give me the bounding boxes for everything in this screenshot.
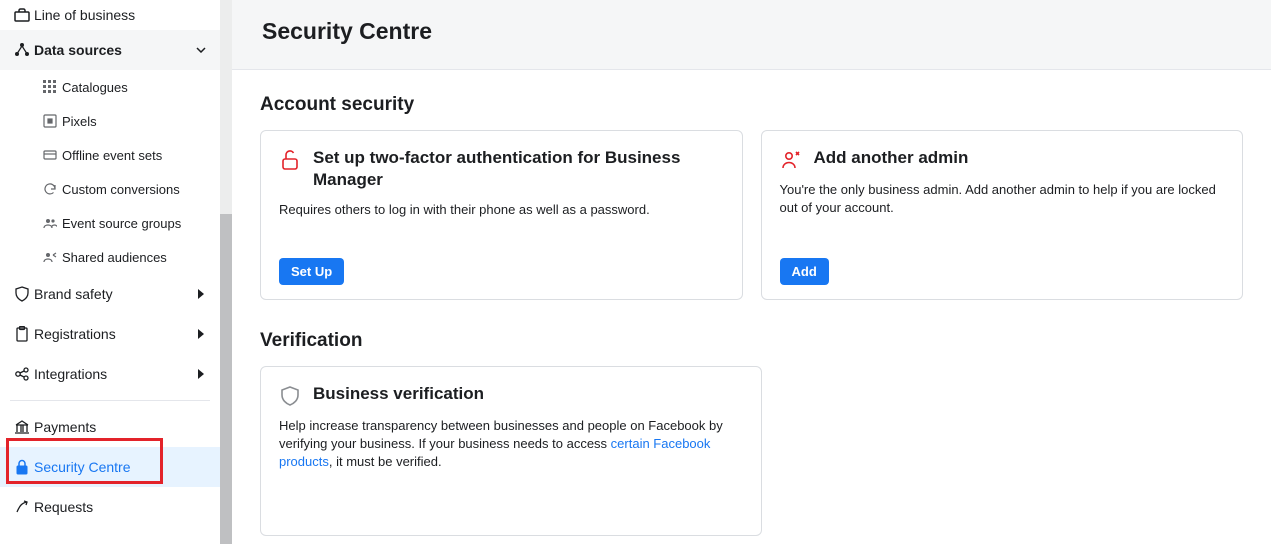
bv-body-post: , it must be verified. [329,454,442,469]
refresh-icon [38,182,62,196]
lock-icon [10,459,34,475]
sidebar-item-label: Requests [34,499,206,515]
sidebar-sub-shared-audiences[interactable]: Shared audiences [24,240,220,274]
sidebar-item-registrations[interactable]: Registrations [0,314,220,354]
sidebar-sub-pixels[interactable]: Pixels [24,104,220,138]
offline-icon [38,148,62,162]
sidebar-item-requests[interactable]: Requests [0,487,220,527]
card-title: Business verification [313,383,484,405]
sidebar-item-label: Security Centre [34,459,206,475]
main-body: Account security Set up two-factor authe… [232,70,1271,544]
sidebar-item-data-sources[interactable]: Data sources [0,30,220,70]
sidebar-item-label: Payments [34,419,206,435]
set-up-button[interactable]: Set Up [279,258,344,285]
sidebar-item-label: Line of business [34,7,206,23]
clipboard-icon [10,326,34,342]
sidebar-sub-custom-conversions[interactable]: Custom conversions [24,172,220,206]
divider [10,400,210,401]
sidebar-item-brand-safety[interactable]: Brand safety [0,274,220,314]
chevron-right-icon [196,289,206,299]
integrations-icon [10,366,34,382]
section-title: Verification [260,330,1243,352]
card-two-factor: Set up two-factor authentication for Bus… [260,130,743,300]
sidebar: Line of business Data sources Catalogues… [0,0,220,544]
card-body: Requires others to log in with their pho… [279,201,724,244]
add-button[interactable]: Add [780,258,829,285]
chevron-right-icon [196,329,206,339]
user-share-icon [38,250,62,264]
section-title: Account security [260,94,1243,116]
sidebar-item-label: Registrations [34,326,196,342]
pixel-icon [38,114,62,128]
sidebar-item-integrations[interactable]: Integrations [0,354,220,394]
sidebar-sub-event-source-groups[interactable]: Event source groups [24,206,220,240]
sidebar-item-line-of-business[interactable]: Line of business [0,0,220,30]
sidebar-sub-label: Event source groups [62,216,181,231]
sidebar-item-label: Integrations [34,366,196,382]
sidebar-sub-label: Pixels [62,114,97,129]
card-business-verification: Business verification Help increase tran… [260,366,762,536]
unlock-icon [279,149,301,171]
sidebar-item-payments[interactable]: Payments [0,407,220,447]
grid-icon [38,80,62,94]
section-verification: Verification Business verification Help … [260,330,1243,536]
share-nodes-icon [10,42,34,58]
card-body: You're the only business admin. Add anot… [780,181,1225,244]
section-account-security: Account security Set up two-factor authe… [260,94,1243,300]
chevron-right-icon [196,369,206,379]
sidebar-item-security-centre[interactable]: Security Centre [0,447,220,487]
sidebar-item-label: Brand safety [34,286,196,302]
requests-icon [10,499,34,515]
shield-outline-icon [10,286,34,302]
page-header: Security Centre [232,0,1271,70]
user-alert-icon [780,149,802,171]
content-wrap: Security Centre Account security Set up … [220,0,1271,544]
bank-icon [10,419,34,435]
card-title: Set up two-factor authentication for Bus… [313,147,724,191]
sidebar-sub-catalogues[interactable]: Catalogues [24,70,220,104]
briefcase-icon [10,8,34,22]
card-title: Add another admin [814,147,969,169]
card-add-admin: Add another admin You're the only busine… [761,130,1244,300]
chevron-down-icon [196,47,206,53]
content: Security Centre Account security Set up … [232,0,1271,544]
sidebar-sub-offline-event-sets[interactable]: Offline event sets [24,138,220,172]
sidebar-item-label: Data sources [34,42,196,58]
sidebar-sub-label: Custom conversions [62,182,180,197]
shield-icon [279,385,301,407]
sidebar-sub-label: Catalogues [62,80,128,95]
scroll-thumb[interactable] [220,214,232,544]
sidebar-sub-label: Offline event sets [62,148,162,163]
card-body: Help increase transparency between busin… [279,417,743,521]
page-title: Security Centre [262,18,1241,45]
sidebar-sub-label: Shared audiences [62,250,167,265]
people-icon [38,216,62,230]
